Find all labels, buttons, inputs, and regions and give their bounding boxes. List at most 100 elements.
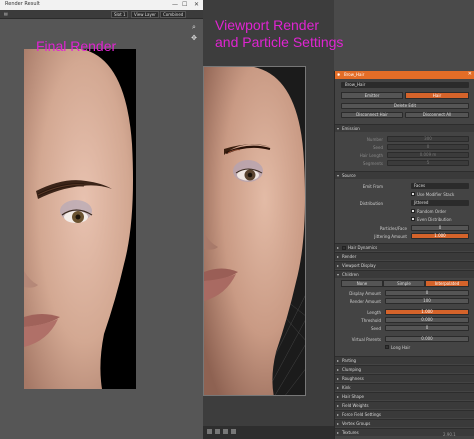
emit-from-dropdown[interactable]: Faces — [411, 183, 469, 189]
section-title: Field Weights — [342, 403, 369, 408]
checkbox-label: Random Order — [417, 209, 447, 214]
close-icon[interactable]: ✕ — [468, 71, 472, 77]
children-tab-none[interactable]: None — [341, 280, 383, 287]
chevron-right-icon: ▸ — [337, 358, 340, 363]
section-render[interactable]: ▸ Render — [335, 252, 474, 260]
type-tab-emitter[interactable]: Emitter — [341, 92, 403, 99]
virtual-parents-field[interactable]: 0.000 — [385, 336, 469, 342]
section-hair-shape[interactable]: ▸ Hair Shape — [335, 392, 474, 400]
type-tab-hair[interactable]: Hair — [405, 92, 469, 99]
section-viewport-display[interactable]: ▸ Viewport Display — [335, 261, 474, 269]
section-title: Viewport Display — [342, 263, 376, 268]
timeline-control[interactable] — [215, 429, 220, 434]
threshold-field[interactable]: 0.000 — [385, 317, 469, 323]
version-label: 2.90.1 — [443, 432, 456, 437]
section-clumping[interactable]: ▸ Clumping — [335, 365, 474, 373]
long-hair-checkbox[interactable] — [385, 345, 389, 349]
section-force-field-settings[interactable]: ▸ Force Field Settings — [335, 410, 474, 418]
section-title: Kink — [342, 385, 351, 390]
seed-field[interactable]: 0 — [387, 144, 469, 150]
number-field[interactable]: 300 — [387, 136, 469, 142]
random-order-checkbox[interactable] — [411, 209, 415, 213]
segments-field[interactable]: 5 — [387, 160, 469, 166]
section-kink[interactable]: ▸ Kink — [335, 383, 474, 391]
field-label: Render Amount — [349, 299, 381, 304]
field-label: Segments — [362, 161, 383, 166]
close-icon[interactable]: ✕ — [194, 1, 199, 8]
section-vertex-groups[interactable]: ▸ Vertex Groups — [335, 419, 474, 427]
disconnect-all-button[interactable]: Disconnect All — [405, 112, 469, 118]
section-title: Textures — [342, 430, 359, 435]
distribution-dropdown[interactable]: Jittered — [411, 200, 469, 206]
section-title: Parting — [342, 358, 357, 363]
children-seed-field[interactable]: 0 — [385, 325, 469, 331]
field-label: Particles/Face — [379, 226, 407, 231]
viewport-caption-line1: Viewport Render — [215, 17, 320, 33]
screen: Render Result — ☐ ✕ ▤ Slot 1 View Layer … — [0, 0, 474, 439]
disconnect-hair-button[interactable]: Disconnect Hair — [341, 112, 403, 118]
chevron-down-icon: ▾ — [337, 126, 340, 131]
view-menu[interactable]: ▤ — [4, 11, 8, 16]
rendered-face-image — [24, 49, 133, 389]
particle-properties-panel: ✱ Brow_Hair ✕ Brow_Hair Emitter Hair Del… — [334, 71, 474, 439]
section-field-weights[interactable]: ▸ Field Weights — [335, 401, 474, 409]
maximize-icon[interactable]: ☐ — [182, 1, 187, 8]
zoom-icon[interactable]: ⌕ — [190, 23, 198, 31]
viewport-face-image — [204, 67, 305, 395]
section-title: Vertex Groups — [342, 421, 371, 426]
chevron-right-icon: ▸ — [337, 245, 340, 250]
field-label: Emit From — [362, 184, 383, 189]
section-source[interactable]: ▾ Source — [335, 171, 474, 179]
panel-header: ✱ Brow_Hair ✕ — [335, 71, 474, 79]
field-label: Jittering Amount — [374, 234, 407, 239]
final-render-caption: Final Render — [36, 38, 117, 54]
field-label: Display Amount — [349, 291, 381, 296]
section-roughness[interactable]: ▸ Roughness — [335, 374, 474, 382]
checkbox-label: Long Hair — [391, 345, 411, 350]
render-amount-field[interactable]: 100 — [385, 298, 469, 304]
section-children[interactable]: ▾ Children — [335, 270, 474, 278]
panel-header-title: Brow_Hair — [344, 72, 365, 77]
even-distribution-checkbox[interactable] — [411, 217, 415, 221]
chevron-right-icon: ▸ — [337, 385, 340, 390]
children-tab-simple[interactable]: Simple — [383, 280, 425, 287]
field-label: Number — [366, 137, 383, 142]
timeline-control[interactable] — [223, 429, 228, 434]
children-tab-interpolated[interactable]: Interpolated — [425, 280, 469, 287]
viewport-window: Viewport Render and Particle Settings — [203, 0, 343, 439]
viewport-timeline-bar — [203, 426, 334, 439]
length-slider[interactable]: 1.000 — [385, 309, 469, 315]
section-hair-dynamics[interactable]: ▸ Hair Dynamics — [335, 243, 474, 251]
field-label: Length — [367, 310, 381, 315]
section-title: Roughness — [342, 376, 364, 381]
delete-edit-button[interactable]: Delete Edit — [341, 103, 469, 109]
view-layer-dropdown[interactable]: View Layer — [131, 11, 159, 18]
particles-face-field[interactable]: 0 — [411, 225, 469, 231]
jittering-amount-slider[interactable]: 1.000 — [411, 233, 469, 239]
viewport-render-image — [203, 66, 306, 396]
display-amount-field[interactable]: 0 — [385, 290, 469, 296]
timeline-control[interactable] — [231, 429, 236, 434]
chevron-right-icon: ▸ — [337, 394, 340, 399]
render-toolbar: ▤ Slot 1 View Layer Combined — [0, 10, 203, 19]
field-label: Virtual Parents — [351, 337, 381, 342]
checkbox-label: Even Distribution — [417, 217, 452, 222]
chevron-right-icon: ▸ — [337, 430, 340, 435]
hair-dynamics-checkbox[interactable] — [342, 246, 346, 250]
field-label: Distribution — [359, 201, 383, 206]
timeline-control[interactable] — [207, 429, 212, 434]
chevron-right-icon: ▸ — [337, 412, 340, 417]
particle-system-name-field[interactable]: Brow_Hair — [341, 82, 469, 88]
hand-icon[interactable]: ✥ — [190, 34, 198, 42]
section-emission[interactable]: ▾ Emission — [335, 124, 474, 132]
hair-length-field[interactable]: 0.009 m — [387, 152, 469, 158]
slot-dropdown[interactable]: Slot 1 — [111, 11, 129, 18]
render-window-titlebar[interactable]: Render Result — ☐ ✕ — [0, 0, 203, 10]
field-label: Hair Length — [359, 153, 383, 158]
minimize-icon[interactable]: — — [172, 1, 178, 8]
pass-dropdown[interactable]: Combined — [160, 11, 187, 18]
section-parting[interactable]: ▸ Parting — [335, 356, 474, 364]
use-modifier-stack-checkbox[interactable] — [411, 192, 415, 196]
section-title: Hair Dynamics — [348, 245, 378, 250]
section-title: Emission — [342, 126, 360, 131]
